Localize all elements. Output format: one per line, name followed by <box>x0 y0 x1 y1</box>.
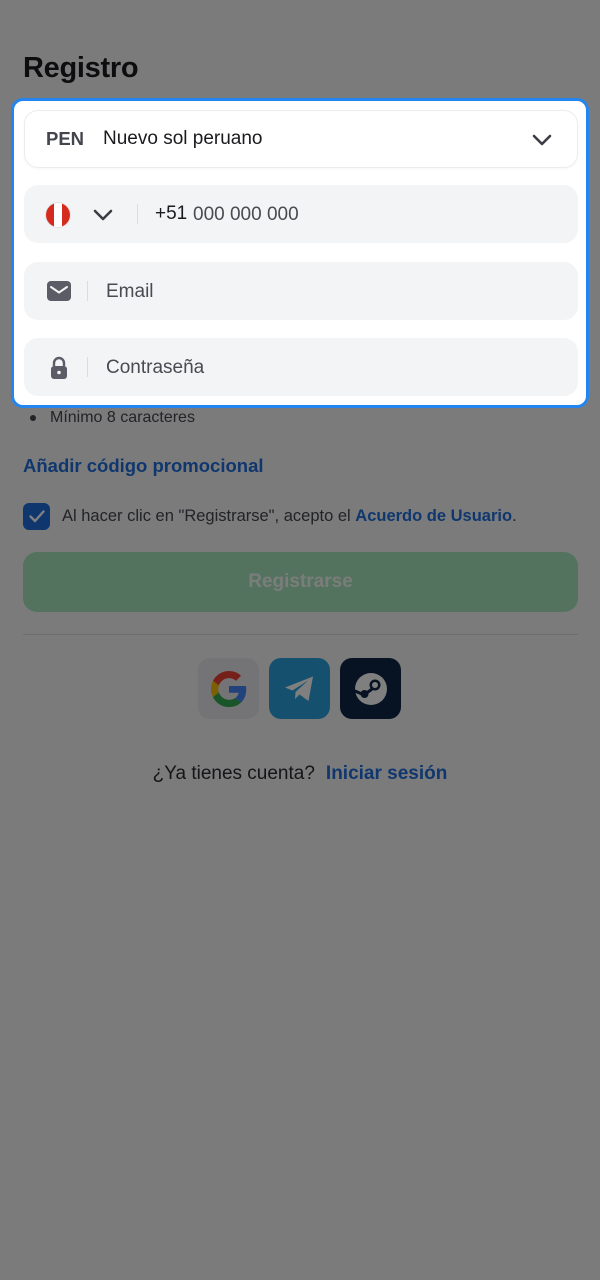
email-input[interactable] <box>104 262 558 322</box>
currency-select[interactable]: PEN Nuevo sol peruano <box>24 110 578 168</box>
chevron-down-icon[interactable] <box>92 206 114 224</box>
phone-input[interactable] <box>191 185 555 245</box>
password-field <box>24 338 578 398</box>
peru-flag-icon[interactable] <box>46 203 70 227</box>
currency-code: PEN <box>46 128 85 149</box>
separator <box>87 281 88 301</box>
separator <box>87 357 88 377</box>
dial-code: +51 <box>155 203 188 224</box>
password-input[interactable] <box>104 338 558 398</box>
highlighted-form-fields: PEN Nuevo sol peruano +51 <box>11 98 589 408</box>
mail-icon <box>47 281 71 301</box>
separator <box>137 204 138 224</box>
email-field <box>24 262 578 322</box>
chevron-down-icon <box>532 134 552 146</box>
currency-name: Nuevo sol peruano <box>103 128 263 149</box>
phone-field: +51 <box>24 185 578 245</box>
lock-icon <box>51 356 67 379</box>
